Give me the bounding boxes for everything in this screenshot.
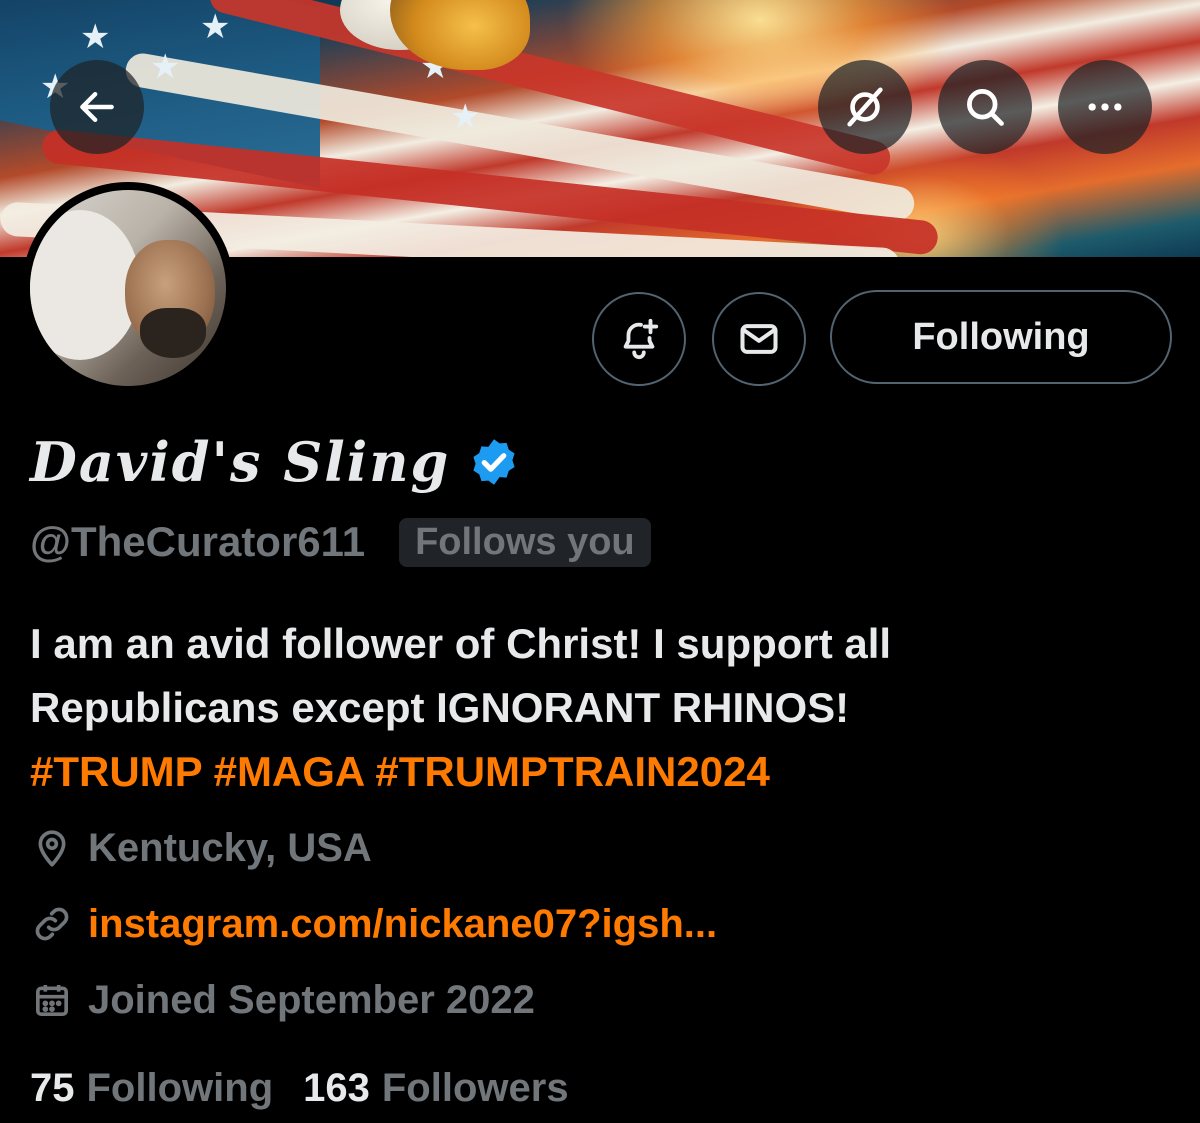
link-icon [30,902,74,946]
star-icon: ★ [450,98,481,136]
following-stat[interactable]: 75 Following [30,1066,273,1111]
message-button[interactable] [712,292,806,386]
arrow-left-icon [80,91,114,123]
envelope-icon [740,324,778,354]
follow-stats: 75 Following 163 Followers [30,1060,569,1116]
notifications-button[interactable] [592,292,686,386]
star-icon: ★ [150,48,181,86]
website-row: instagram.com/nickane07?igsh... [30,894,717,954]
bio-hashtags[interactable]: #TRUMP #MAGA #TRUMPTRAIN2024 [30,740,1170,804]
location-text: Kentucky, USA [88,825,372,870]
back-button[interactable] [50,60,144,154]
display-name-row: David's Sling [30,422,520,502]
following-label: Following [86,1065,274,1110]
avatar-beard [140,308,206,358]
location-pin-icon [30,826,74,870]
avatar-pillow [30,210,140,360]
search-button[interactable] [938,60,1032,154]
website-link[interactable]: instagram.com/nickane07?igsh... [88,902,717,947]
star-icon: ★ [200,8,231,46]
followers-count: 163 [303,1065,370,1110]
handle-row: @TheCurator611 Follows you [30,512,651,572]
joined-text: Joined September 2022 [88,977,535,1022]
bio: I am an avid follower of Christ! I suppo… [30,612,1170,804]
slash-circle-icon [847,87,883,127]
followers-label: Followers [381,1065,569,1110]
star-icon: ★ [80,18,111,56]
bio-line: Republicans except IGNORANT RHINOS! [30,684,850,731]
follows-you-badge: Follows you [399,517,651,567]
followers-stat[interactable]: 163 Followers [303,1066,568,1111]
location-row: Kentucky, USA [30,818,372,878]
joined-row: Joined September 2022 [30,970,535,1030]
search-icon [967,89,1004,126]
handle: @TheCurator611 [30,518,366,565]
more-button[interactable] [1058,60,1152,154]
more-dots-icon [1088,103,1122,111]
verified-badge-icon[interactable] [468,436,520,488]
bell-plus-icon [623,318,659,360]
following-button[interactable]: Following [830,290,1172,384]
grok-button[interactable] [818,60,912,154]
calendar-icon [30,978,74,1022]
display-name: David's Sling [30,430,451,494]
avatar[interactable] [30,190,226,386]
following-button-label: Following [912,315,1090,358]
bio-line: I am an avid follower of Christ! I suppo… [30,620,892,667]
following-count: 75 [30,1065,75,1110]
